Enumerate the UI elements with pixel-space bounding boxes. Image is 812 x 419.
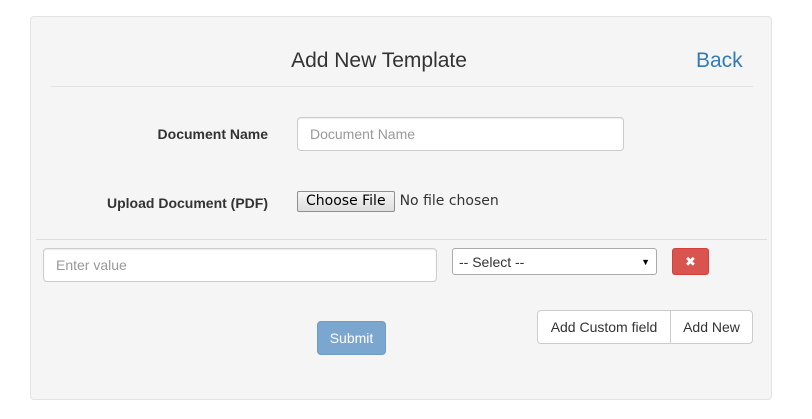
document-name-label: Document Name	[157, 126, 268, 142]
custom-field-value-input[interactable]	[43, 248, 437, 282]
submit-button[interactable]: Submit	[317, 321, 386, 355]
add-custom-field-button[interactable]: Add Custom field	[537, 310, 671, 344]
file-upload-control: Choose File No file chosen	[297, 190, 499, 212]
header-divider	[51, 86, 753, 87]
remove-field-button[interactable]: ✖	[672, 248, 709, 275]
upload-document-label: Upload Document (PDF)	[107, 195, 268, 211]
select-selected-value: -- Select --	[459, 253, 525, 270]
document-name-input[interactable]	[297, 117, 624, 151]
custom-field-type-select[interactable]: -- Select -- ▼	[452, 248, 657, 275]
page-title: Add New Template	[291, 49, 467, 72]
times-icon: ✖	[685, 253, 696, 269]
back-link[interactable]: Back	[696, 49, 743, 73]
choose-file-button[interactable]: Choose File	[297, 190, 395, 212]
add-new-button[interactable]: Add New	[670, 310, 753, 344]
template-form-panel: Add New Template Back Document Name Uplo…	[30, 16, 772, 400]
section-divider	[36, 239, 767, 240]
file-status-text: No file chosen	[399, 193, 499, 209]
caret-down-icon: ▼	[641, 256, 650, 267]
